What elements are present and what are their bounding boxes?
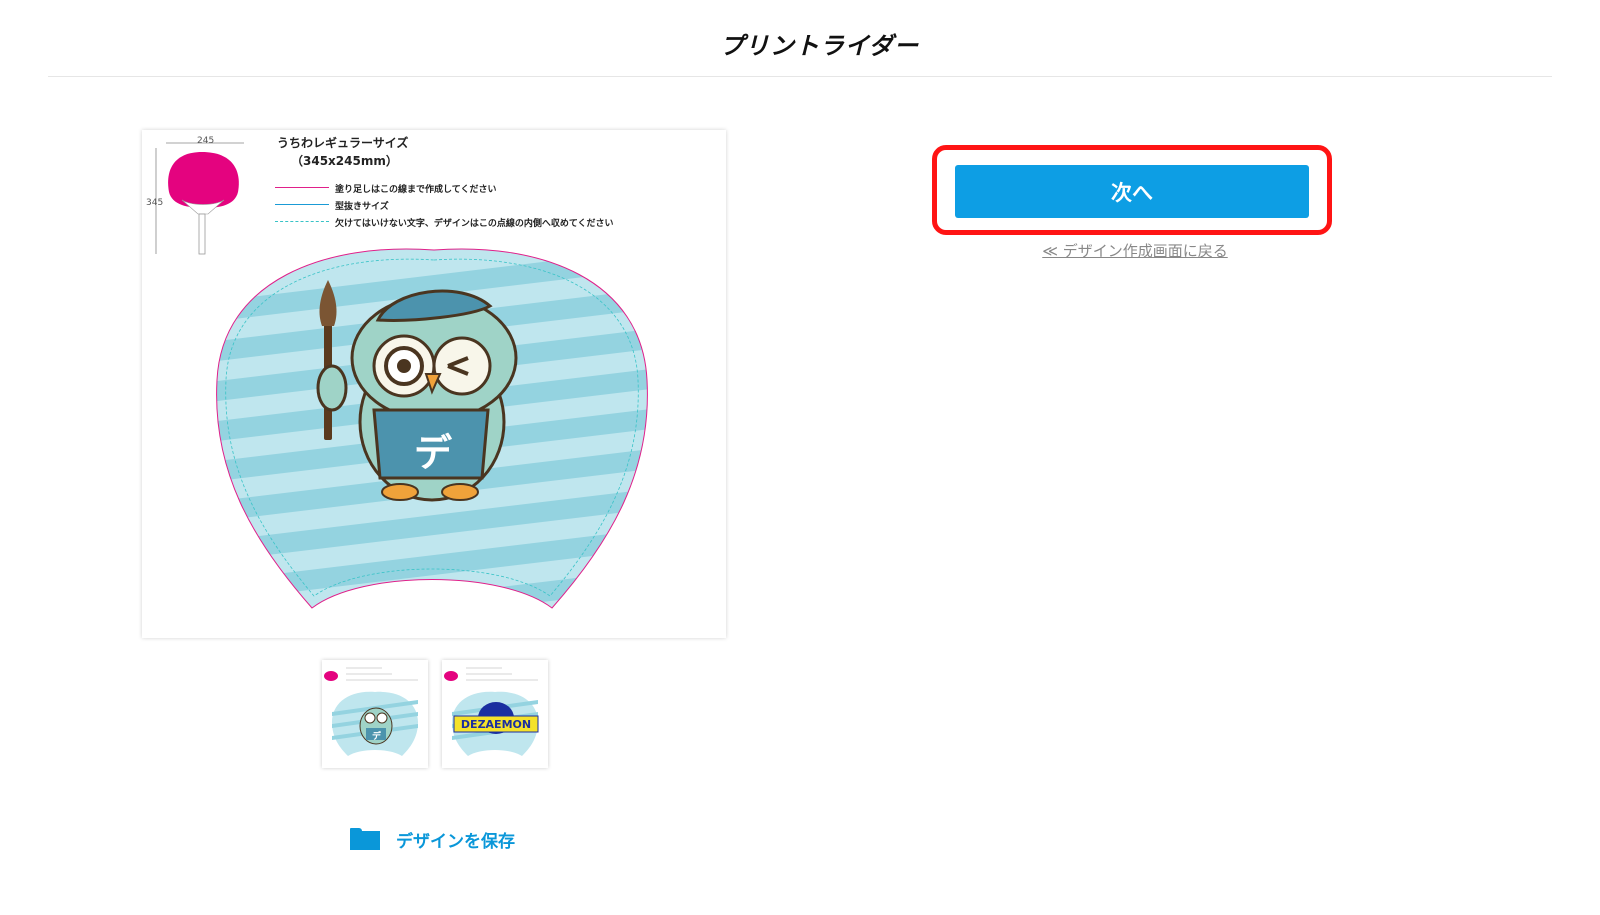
cut-line-icon — [275, 204, 329, 205]
spec-title: うちわレギュラーサイズ — [277, 136, 409, 150]
thumbnail-design-2[interactable]: DEZAEMON — [442, 660, 548, 768]
safe-line-icon — [275, 221, 329, 222]
site-logo[interactable]: プリントライダー — [720, 26, 919, 61]
fan-preview-graphic: デ — [155, 142, 648, 609]
apron-letter: デ — [414, 431, 453, 475]
thumbnail-dezaemon-graphic: DEZAEMON — [444, 667, 539, 756]
thumbnail-owl-graphic: デ — [324, 667, 418, 756]
save-design-label: デザインを保存 — [396, 831, 515, 852]
svg-text:デ: デ — [372, 730, 382, 742]
fan-size-diagram — [155, 142, 244, 255]
thumbnail-design-1[interactable]: デ — [322, 660, 428, 768]
height-dimension: 345 — [146, 198, 164, 208]
save-design-button[interactable]: デザインを保存 — [350, 826, 515, 852]
header-divider — [48, 76, 1552, 77]
design-preview: デ 245 345 うちわレギュラーサイズ （345x245mm） 塗り足しはこ… — [142, 130, 726, 638]
bleed-line-icon — [275, 187, 329, 188]
spec-size: （345x245mm） — [291, 154, 398, 168]
svg-text:DEZAEMON: DEZAEMON — [461, 718, 531, 731]
header: プリントライダー — [0, 0, 1600, 77]
folder-icon — [350, 828, 380, 850]
next-button[interactable]: 次へ — [955, 165, 1309, 218]
back-to-design-link[interactable]: ≪ デザイン作成画面に戻る — [1020, 240, 1250, 261]
width-dimension: 245 — [197, 136, 215, 146]
